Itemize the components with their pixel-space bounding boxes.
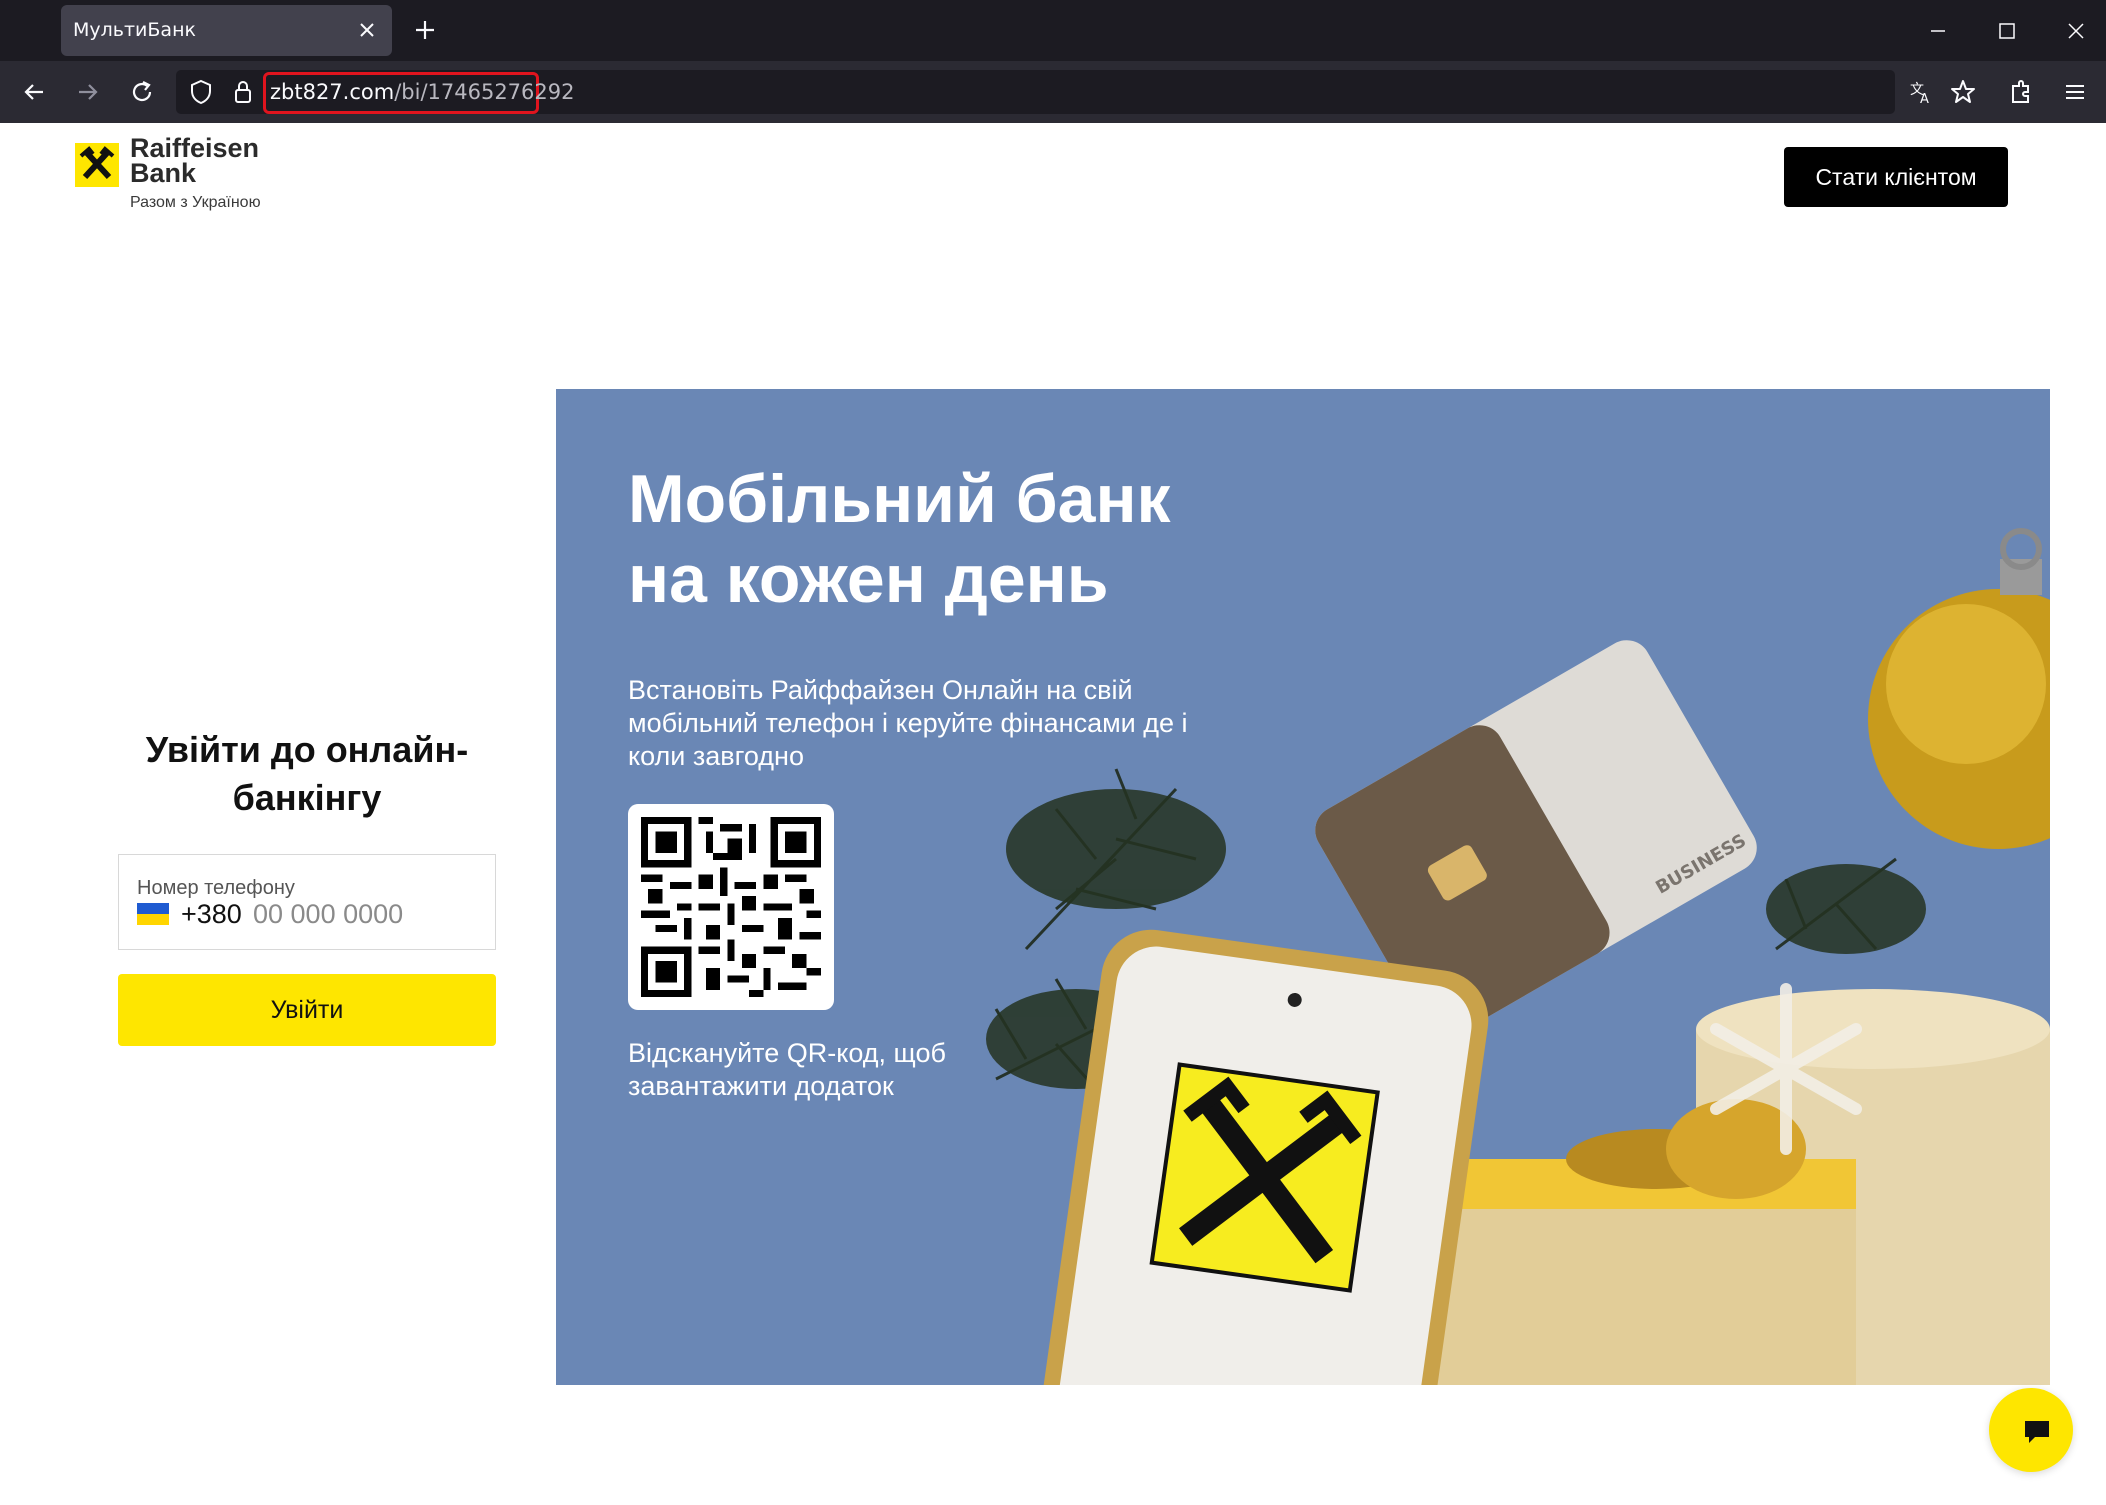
tab-title: МультиБанк [73, 19, 196, 41]
maximize-icon[interactable] [1992, 16, 2022, 46]
lock-icon[interactable] [228, 77, 258, 107]
extensions-icon[interactable] [2006, 77, 2036, 107]
forward-icon[interactable] [73, 77, 103, 107]
close-window-icon[interactable] [2061, 16, 2091, 46]
banner-subtitle: Встановіть Райффайзен Онлайн на свій моб… [628, 675, 1188, 771]
become-client-button[interactable]: Стати клієнтом [1784, 147, 2008, 207]
qr-caption: Відскануйте QR-код, щоб завантажити дода… [628, 1038, 946, 1101]
logo-name[interactable]: Raiffeisen Bank [130, 135, 259, 187]
bookmark-star-icon[interactable] [1948, 77, 1978, 107]
translate-icon[interactable]: 文 A [1906, 77, 1936, 107]
chat-icon [2025, 1421, 2049, 1443]
url-text[interactable]: zbt827.com/bi/17465276292 [270, 80, 575, 104]
banner-title: Мобільний банк на кожен день [628, 461, 1171, 617]
phone-field[interactable]: Номер телефону +380 [118, 854, 496, 950]
minimize-icon[interactable] [1923, 16, 1953, 46]
raiffeisen-logo-icon[interactable] [75, 143, 119, 187]
ukraine-flag-icon [137, 903, 169, 925]
country-code: +380 [181, 899, 242, 929]
reload-icon[interactable] [127, 77, 157, 107]
back-icon[interactable] [19, 77, 49, 107]
svg-text:A: A [1920, 92, 1929, 107]
browser-titlebar: МультиБанк [0, 0, 2106, 61]
phone-input[interactable] [253, 899, 473, 930]
menu-icon[interactable] [2060, 77, 2090, 107]
close-tab-icon[interactable] [356, 19, 378, 41]
shield-icon[interactable] [186, 77, 216, 107]
login-title: Увійти до онлайн-банкінгу [145, 729, 469, 818]
promo-banner: BUSINESS Мобільний банк на кожен день Вс… [556, 389, 2050, 1385]
new-tab-icon[interactable] [410, 15, 440, 45]
browser-tab[interactable]: МультиБанк [61, 5, 392, 56]
chat-button[interactable] [1989, 1388, 2073, 1472]
phone-label: Номер телефону [137, 877, 295, 899]
login-button[interactable]: Увійти [118, 974, 496, 1046]
logo-tagline: Разом з Україною [130, 194, 261, 211]
qr-code [628, 804, 834, 1010]
